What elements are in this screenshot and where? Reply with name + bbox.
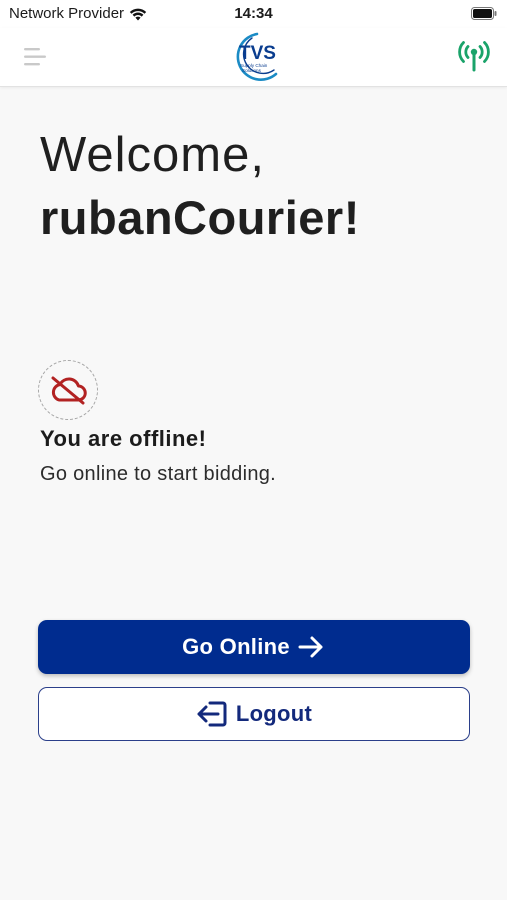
logout-label: Logout: [235, 701, 313, 726]
broadcast-signal-icon[interactable]: [457, 39, 491, 73]
menu-icon[interactable]: [24, 45, 48, 69]
tvs-logo: TVS Supply Chain Solutions: [236, 32, 278, 81]
username-text: rubanCourier!: [40, 191, 360, 244]
offline-badge: [38, 360, 98, 420]
offline-title: You are offline!: [40, 426, 207, 451]
battery-icon: [471, 7, 497, 20]
status-bar: Network Provider 14:34: [0, 0, 507, 28]
cloud-off-icon: [51, 376, 87, 405]
welcome-text: Welcome,: [40, 128, 265, 182]
logout-icon: [197, 701, 227, 727]
logout-button[interactable]: Logout: [38, 687, 470, 741]
go-online-button[interactable]: Go Online: [38, 620, 470, 674]
offline-subtitle: Go online to start bidding.: [40, 463, 277, 485]
go-online-label: Go Online: [182, 634, 290, 659]
arrow-right-icon: [298, 636, 323, 658]
status-time: 14:34: [234, 5, 273, 22]
logo-tagline-2: Solutions: [242, 68, 262, 73]
logo-brand: TVS: [239, 43, 276, 64]
greeting: Welcome, rubanCourier!: [40, 126, 360, 248]
app-header: TVS Supply Chain Solutions: [0, 28, 507, 87]
